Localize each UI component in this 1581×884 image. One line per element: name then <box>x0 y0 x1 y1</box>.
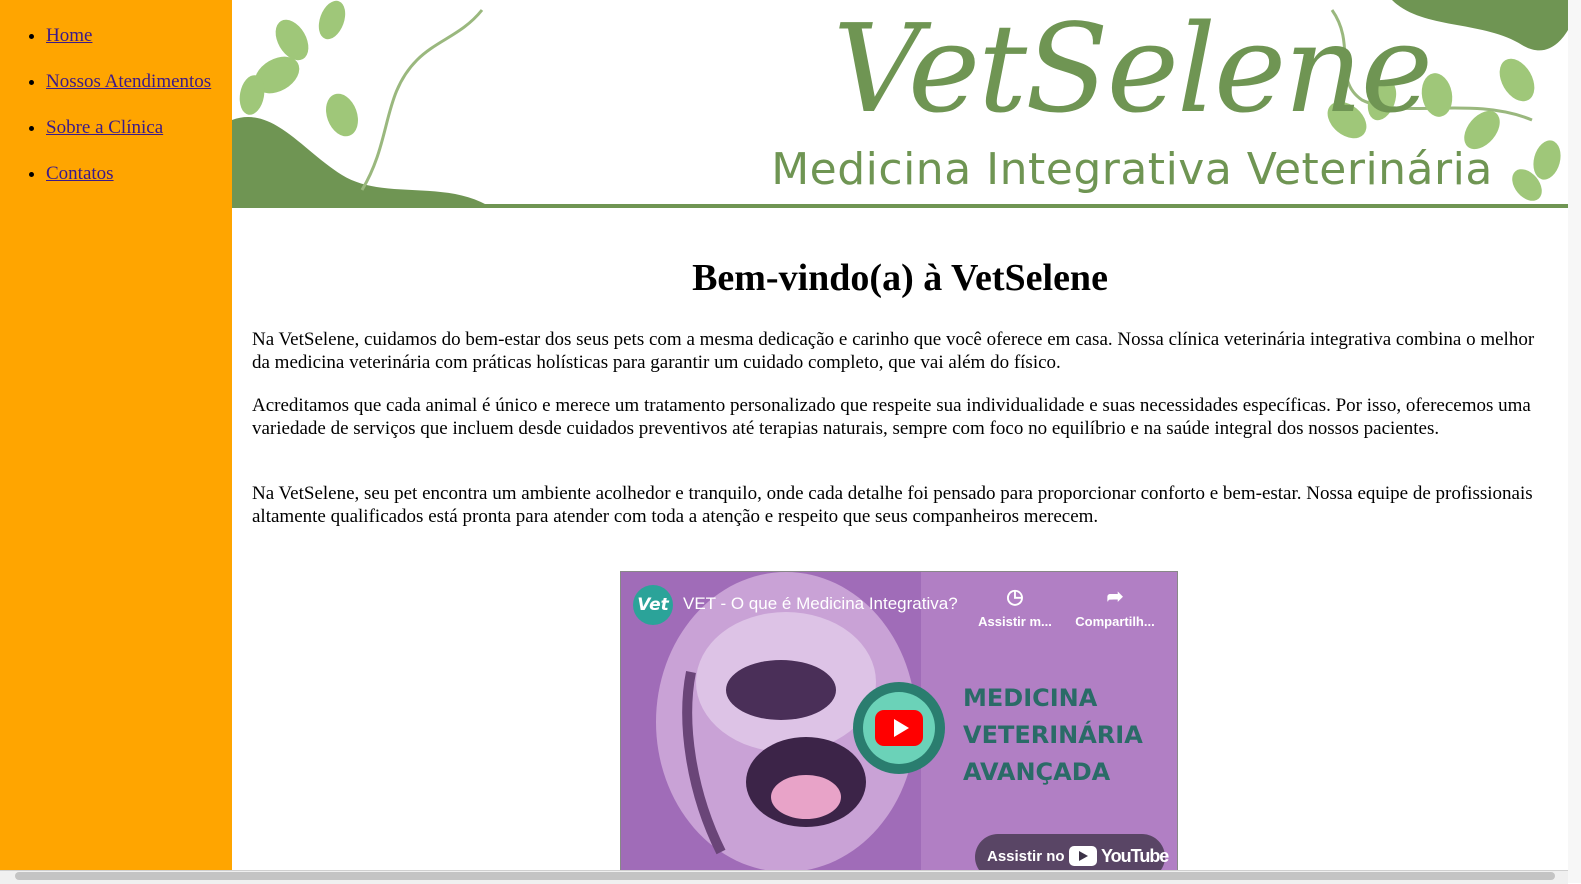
sidebar-nav: Home Nossos Atendimentos Sobre a Clínica… <box>0 0 232 870</box>
nav-item-contatos: Contatos <box>46 163 232 185</box>
intro-paragraph-2: Acreditamos que cada animal é único e me… <box>252 395 1531 439</box>
watch-later-label: Assistir m... <box>978 614 1052 629</box>
nav-link-home[interactable]: Home <box>46 25 92 46</box>
clock-icon: ◷ <box>1006 586 1024 608</box>
intro-paragraph-1: Na VetSelene, cuidamos do bem-estar dos … <box>252 329 1535 373</box>
brand-tagline: Medicina Integrativa Veterinária <box>771 144 1493 195</box>
share-button[interactable]: ➦ Compartilh... <box>1073 584 1157 629</box>
youtube-video-embed[interactable]: Vet VET - O que é Medicina Integrativa? … <box>620 571 1178 875</box>
nav-link-sobre[interactable]: Sobre a Clínica <box>46 117 163 138</box>
watch-on-label: Assistir no <box>987 848 1065 865</box>
overlay-line-3: AVANÇADA <box>963 758 1111 786</box>
watch-later-button[interactable]: ◷ Assistir m... <box>973 584 1057 629</box>
play-button[interactable] <box>853 682 945 774</box>
share-label: Compartilh... <box>1075 614 1155 629</box>
share-icon: ➦ <box>1106 586 1124 608</box>
nav-item-atendimentos: Nossos Atendimentos <box>46 71 232 93</box>
nav-item-sobre: Sobre a Clínica <box>46 117 232 139</box>
overlay-line-1: MEDICINA <box>963 684 1098 712</box>
play-triangle-icon <box>894 719 909 737</box>
overlay-line-2: VETERINÁRIA <box>963 721 1143 749</box>
vertical-scrollbar-track[interactable] <box>1568 0 1581 883</box>
nav-link-atendimentos[interactable]: Nossos Atendimentos <box>46 71 211 92</box>
youtube-play-icon <box>875 710 923 746</box>
intro-paragraph-3: Na VetSelene, seu pet encontra um ambien… <box>252 483 1533 527</box>
horizontal-scrollbar-thumb[interactable] <box>15 872 1555 880</box>
youtube-logo-icon <box>1069 846 1097 866</box>
banner-divider <box>232 204 1568 208</box>
youtube-wordmark: YouTube <box>1101 846 1169 866</box>
video-title[interactable]: VET - O que é Medicina Integrativa? <box>683 594 958 614</box>
play-button-ring <box>863 692 935 764</box>
brand-logo-text: VetSelene <box>833 0 1433 140</box>
page-title: Bem-vindo(a) à VetSelene <box>692 257 1108 299</box>
channel-logo[interactable]: Vet <box>633 585 673 625</box>
nav-item-home: Home <box>46 25 232 47</box>
watch-on-youtube-button[interactable]: Assistir no YouTube <box>975 834 1169 874</box>
video-overlay-text: MEDICINA VETERINÁRIA AVANÇADA <box>963 680 1143 791</box>
nav-link-contatos[interactable]: Contatos <box>46 163 114 184</box>
header-banner: VetSelene Medicina Integrativa Veterinár… <box>232 0 1568 208</box>
nav-list: Home Nossos Atendimentos Sobre a Clínica… <box>0 25 232 185</box>
